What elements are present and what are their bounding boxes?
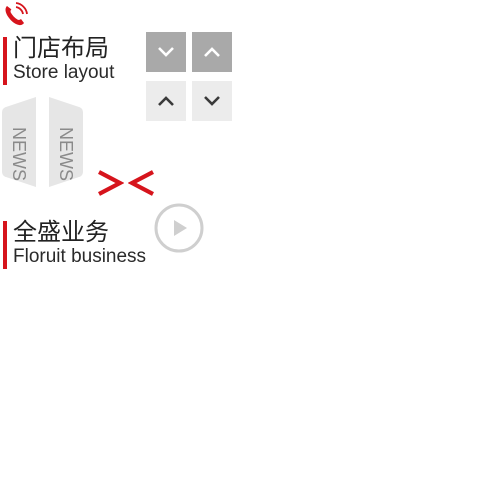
business-title-en: Floruit business [13, 246, 147, 267]
business-heading: 全盛业务 Floruit business [3, 218, 163, 270]
arrow-down-button-dark[interactable] [146, 32, 186, 72]
accent-bar [3, 221, 7, 269]
chevron-left-icon[interactable] [127, 168, 156, 198]
store-layout-heading: 门店布局 Store layout [3, 34, 133, 86]
arrow-up-button-light[interactable] [146, 81, 186, 121]
store-layout-title-cn: 门店布局 [13, 34, 109, 62]
chevron-up-icon [158, 96, 174, 106]
chevron-up-icon [204, 47, 220, 57]
arrow-up-button-dark[interactable] [192, 32, 232, 72]
news-tab-right-label: NEWS [56, 127, 76, 181]
play-button[interactable] [154, 203, 204, 253]
news-tab-right[interactable]: NEWS [49, 97, 83, 187]
arrow-down-button-light[interactable] [192, 81, 232, 121]
play-icon [154, 203, 204, 253]
business-title-cn: 全盛业务 [13, 218, 109, 246]
store-layout-title-en: Store layout [13, 62, 115, 83]
phone-icon [2, 2, 28, 28]
accent-bar [3, 37, 7, 85]
chevron-right-icon[interactable] [96, 168, 125, 198]
chevron-down-icon [158, 47, 174, 57]
news-tab-left-label: NEWS [9, 127, 29, 181]
news-tab-left[interactable]: NEWS [2, 97, 36, 187]
chevron-down-icon [204, 96, 220, 106]
